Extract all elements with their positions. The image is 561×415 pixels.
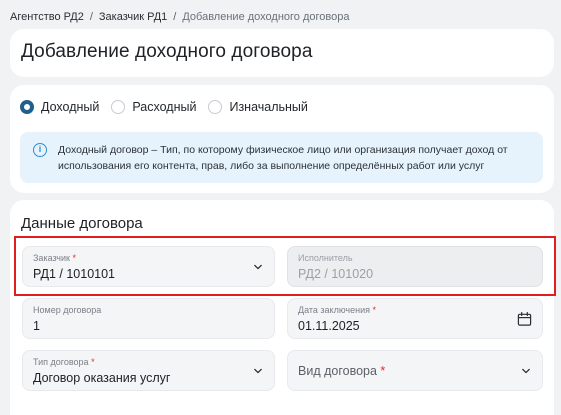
contract-data-card: Данные договора Заказчик * РД1 / 1010101… [10,200,554,415]
calendar-icon[interactable] [517,311,532,327]
radio-expense[interactable]: Расходный [111,100,196,114]
breadcrumb-item-customer[interactable]: Заказчик РД1 [99,11,167,23]
info-text: Доходный договор – Тип, по которому физи… [58,144,508,172]
breadcrumb: Агентство РД2 / Заказчик РД1 / Добавлени… [10,10,349,24]
executor-value: РД2 / 101020 [298,267,374,281]
chevron-down-icon [254,264,262,270]
chevron-down-icon [522,368,530,374]
radio-income[interactable]: Доходный [20,100,99,114]
page-title: Добавление доходного договора [21,41,313,62]
radio-income-label: Доходный [41,100,100,114]
title-card: Добавление доходного договора [10,29,554,77]
contract-type-select[interactable]: Тип договора * Договор оказания услуг [22,350,275,391]
contract-type-value: Договор оказания услуг [33,371,171,385]
info-icon: i [33,143,47,157]
breadcrumb-item-current: Добавление доходного договора [182,11,350,23]
customer-value: РД1 / 1010101 [33,267,116,281]
contract-number-label: Номер договора [33,305,102,315]
chevron-down-icon [254,368,262,374]
contract-number-input[interactable]: Номер договора 1 [22,298,275,339]
radio-unchecked-icon [111,100,126,114]
contract-date-value: 01.11.2025 [298,319,360,333]
info-box: i Доходный договор – Тип, по которому фи… [20,132,543,183]
contract-type-card: Доходный Расходный Изначальный i Доходны… [10,85,554,193]
breadcrumb-separator: / [173,11,177,23]
contract-date-label: Дата заключения * [298,305,377,315]
radio-initial[interactable]: Изначальный [208,100,308,114]
contract-kind-label: Вид договора * [298,364,386,378]
customer-select[interactable]: Заказчик * РД1 / 1010101 [22,246,275,287]
breadcrumb-item-agency[interactable]: Агентство РД2 [10,11,84,23]
radio-unchecked-icon [208,100,223,114]
executor-label: Исполнитель [298,253,353,263]
contract-number-value: 1 [33,319,40,333]
customer-label: Заказчик * [33,253,76,263]
contract-type-radio-group: Доходный Расходный Изначальный [20,98,320,116]
section-title: Данные договора [21,215,143,232]
executor-field: Исполнитель РД2 / 101020 [287,246,543,287]
radio-expense-label: Расходный [132,100,197,114]
radio-checked-icon [20,100,34,114]
contract-date-input[interactable]: Дата заключения * 01.11.2025 [287,298,543,339]
contract-type-label: Тип договора * [33,357,95,367]
contract-kind-select[interactable]: Вид договора * [287,350,543,391]
breadcrumb-separator: / [89,11,93,23]
radio-initial-label: Изначальный [229,100,308,114]
